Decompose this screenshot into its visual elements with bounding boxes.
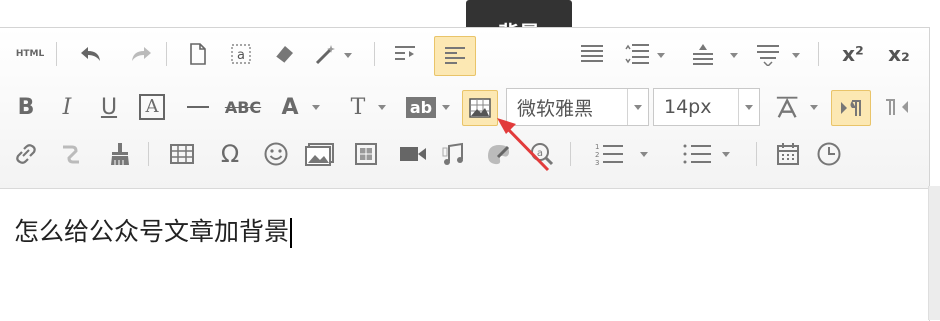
arrow-head (497, 118, 516, 134)
annotation-arrow (497, 118, 550, 172)
arrow-shaft (503, 124, 550, 172)
